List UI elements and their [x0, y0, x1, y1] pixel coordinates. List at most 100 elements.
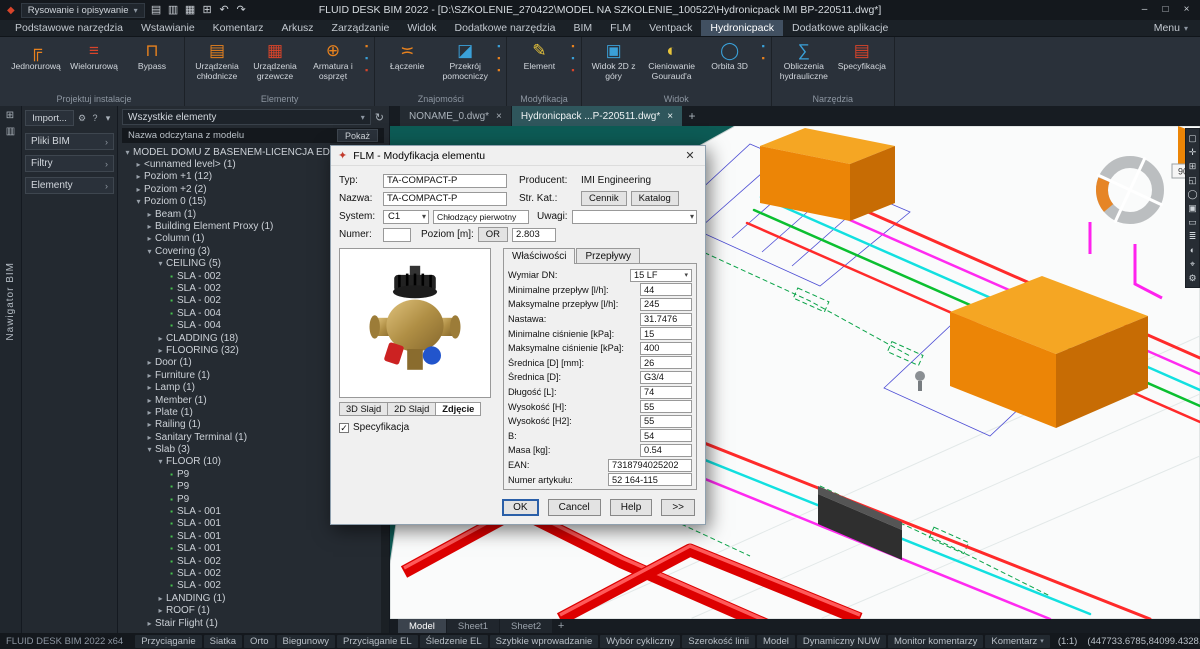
new-layout-button[interactable]: +: [553, 619, 569, 633]
status-toggle-wybór-cykliczny[interactable]: Wybór cykliczny: [600, 635, 680, 648]
property-field-masa-kg[interactable]: 0.54: [640, 444, 692, 457]
tree-item[interactable]: ▸LANDING (1): [118, 592, 389, 604]
obliczenia-hydrauliczne-button[interactable]: ∑Obliczenia hydrauliczne: [775, 38, 833, 93]
property-field-minimalne-przepływ-l-h[interactable]: 44: [640, 283, 692, 296]
small-element-icon-2[interactable]: ▪: [365, 54, 368, 63]
status-toggle-model[interactable]: Model: [757, 635, 795, 648]
settings-icon[interactable]: ⚙: [1186, 273, 1199, 283]
small-modify-icon-1[interactable]: ▪: [571, 42, 574, 51]
document-tab-hydronicpack-p-220511-dwg[interactable]: Hydronicpack ...P-220511.dwg*×: [512, 106, 682, 126]
property-field-b[interactable]: 54: [640, 429, 692, 442]
tree-collapsed-icon[interactable]: ▸: [144, 358, 155, 367]
ribbon-tab-widok[interactable]: Widok: [398, 20, 445, 36]
property-field-numer-artykułu[interactable]: 52 164-115: [608, 473, 692, 486]
tree-collapsed-icon[interactable]: ▸: [144, 619, 155, 628]
status-toggle-przyciąganie-el[interactable]: Przyciąganie EL: [337, 635, 418, 648]
tree-collapsed-icon[interactable]: ▸: [144, 420, 155, 429]
layout-tab-model[interactable]: Model: [398, 619, 446, 633]
sidebar-item-elementy[interactable]: Elementy›: [25, 177, 114, 194]
tree-item[interactable]: ▸Stair Flight (1): [118, 617, 389, 629]
tree-expanded-icon[interactable]: ▾: [155, 259, 166, 268]
or-button[interactable]: OR: [478, 227, 508, 242]
tree-collapsed-icon[interactable]: ▸: [155, 334, 166, 343]
status-toggle-dynamiczny-nuw[interactable]: Dynamiczny NUW: [797, 635, 886, 648]
menu-button[interactable]: Menu ▾: [1142, 20, 1200, 36]
minimize-button[interactable]: –: [1135, 1, 1154, 19]
tree-collapsed-icon[interactable]: ▸: [144, 396, 155, 405]
ribbon-tab-arkusz[interactable]: Arkusz: [272, 20, 322, 36]
small-element-icon-1[interactable]: ▪: [365, 42, 368, 51]
small-modify-icon-3[interactable]: ▪: [571, 66, 574, 75]
small-view-icon-1[interactable]: ▪: [762, 42, 765, 51]
settings-gear-icon[interactable]: ⚙: [76, 113, 88, 124]
measure-icon[interactable]: ▭: [1186, 217, 1199, 227]
save-icon[interactable]: ▦: [182, 1, 199, 19]
import-button[interactable]: Import...: [25, 110, 74, 126]
property-field-ean[interactable]: 7318794025202: [608, 459, 692, 472]
nazwa-field[interactable]: TA-COMPACT-P: [383, 192, 507, 206]
poziom-field[interactable]: 2.803: [512, 228, 556, 242]
dialog-titlebar[interactable]: ✦ FLM - Modyfikacja elementu ✕: [331, 146, 705, 166]
pan-icon[interactable]: ✛: [1186, 147, 1199, 157]
slide-tab-3d-slajd[interactable]: 3D Slajd: [339, 402, 388, 416]
łączenie-button[interactable]: ≍Łączenie: [378, 38, 436, 93]
open-file-icon[interactable]: ▥: [165, 1, 182, 19]
status-toggle-szybkie-wprowadzanie[interactable]: Szybkie wprowadzanie: [490, 635, 599, 648]
widok-2d-z-góry-button[interactable]: ▣Widok 2D z góry: [585, 38, 643, 93]
ribbon-tab-dodatkowe-narzędzia[interactable]: Dodatkowe narzędzia: [446, 20, 565, 36]
ribbon-tab-hydronicpack[interactable]: Hydronicpack: [701, 20, 783, 36]
property-field-średnica-d-mm[interactable]: 26: [640, 356, 692, 369]
bypass-button[interactable]: ⊓Bypass: [123, 38, 181, 93]
tree-item[interactable]: ▪SLA - 002: [118, 580, 389, 592]
property-field-średnica-d[interactable]: G3/4: [640, 371, 692, 384]
layout-tab-sheet1[interactable]: Sheet1: [447, 619, 499, 633]
specyfikacja-checkbox[interactable]: ✓ Specyfikacja: [339, 422, 495, 433]
dialog-tab-przepływy[interactable]: Przepływy: [576, 248, 640, 263]
small-view-icon-2[interactable]: ▪: [762, 54, 765, 63]
tree-item[interactable]: ▪SLA - 002: [118, 555, 389, 567]
ribbon-tab-flm[interactable]: FLM: [601, 20, 640, 36]
element-button[interactable]: ✎Element: [510, 38, 568, 93]
tree-expanded-icon[interactable]: ▾: [144, 247, 155, 256]
small-connect-icon-1[interactable]: ▪: [497, 42, 500, 51]
numer-field[interactable]: [383, 228, 411, 242]
zoom-window-icon[interactable]: ⊞: [1186, 161, 1199, 171]
property-field-nastawa[interactable]: 31.7476: [640, 313, 692, 326]
status-toggle-siatka[interactable]: Siatka: [204, 635, 242, 648]
layers-icon[interactable]: ≣: [1186, 231, 1199, 241]
close-tab-icon[interactable]: ×: [667, 111, 673, 122]
new-file-icon[interactable]: ▤: [148, 1, 165, 19]
dialog-tab-właściwości[interactable]: Właściwości: [503, 248, 575, 264]
property-field-wysokość-h[interactable]: 55: [640, 400, 692, 413]
tree-collapsed-icon[interactable]: ▸: [155, 346, 166, 355]
shading-icon[interactable]: ◐: [1186, 245, 1199, 255]
workspace-selector[interactable]: Rysowanie i opisywanie ▾: [21, 3, 145, 18]
tree-expanded-icon[interactable]: ▾: [122, 148, 133, 157]
close-tab-icon[interactable]: ×: [496, 111, 502, 122]
tree-collapsed-icon[interactable]: ▸: [144, 433, 155, 442]
tree-collapsed-icon[interactable]: ▸: [133, 185, 144, 194]
urządzenia-grzewcze-button[interactable]: ▦Urządzenia grzewcze: [246, 38, 304, 93]
pin-panel-icon[interactable]: ▾: [102, 113, 114, 124]
wielorurową-button[interactable]: ≡Wielorurową: [65, 38, 123, 93]
tree-collapsed-icon[interactable]: ▸: [144, 222, 155, 231]
panel-grid-icon[interactable]: ⊞: [6, 110, 15, 121]
urządzenia-chłodnicze-button[interactable]: ▤Urządzenia chłodnicze: [188, 38, 246, 93]
help-icon[interactable]: ?: [89, 113, 101, 124]
status-toggle-śledzenie-el[interactable]: Śledzenie EL: [420, 635, 488, 648]
element-filter-select[interactable]: Wszystkie elementy ▾: [122, 109, 371, 125]
armatura-i-osprzęt-button[interactable]: ⊕Armatura i osprzęt: [304, 38, 362, 93]
status-toggle-monitor-komentarzy[interactable]: Monitor komentarzy: [888, 635, 983, 648]
tree-item[interactable]: ▪SLA - 001: [118, 543, 389, 555]
property-field-minimalne-ciśnienie-kpa[interactable]: 15: [640, 327, 692, 340]
slide-tab-zdjęcie[interactable]: Zdjęcie: [436, 402, 481, 416]
ok-button[interactable]: OK: [502, 499, 538, 516]
undo-icon[interactable]: ↶: [216, 1, 233, 19]
document-tab-noname-0-dwg[interactable]: NONAME_0.dwg*×: [400, 106, 511, 126]
sidebar-item-filtry[interactable]: Filtry›: [25, 155, 114, 172]
dialog-close-button[interactable]: ✕: [682, 149, 698, 162]
small-connect-icon-2[interactable]: ▪: [497, 54, 500, 63]
property-field-długość-l[interactable]: 74: [640, 386, 692, 399]
tree-collapsed-icon[interactable]: ▸: [155, 606, 166, 615]
tree-collapsed-icon[interactable]: ▸: [144, 408, 155, 417]
